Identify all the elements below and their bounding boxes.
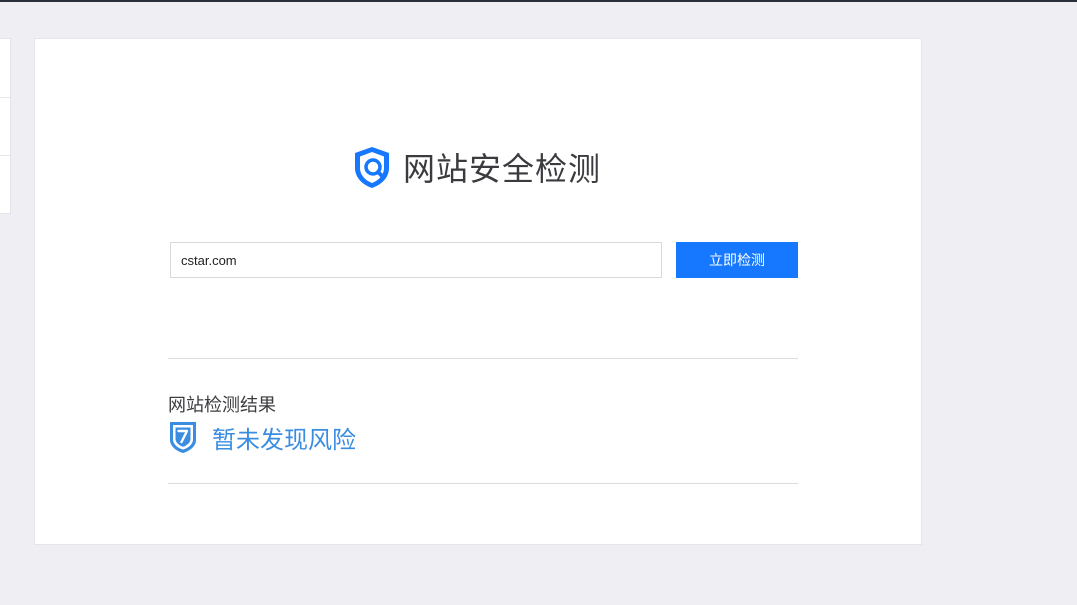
divider [168, 358, 798, 359]
shield-search-icon [349, 144, 395, 190]
result-status: 暂未发现风险 [212, 425, 356, 454]
detection-card: 网站安全检测 立即检测 网站检测结果 暂未发现风险 [34, 38, 922, 545]
divider [168, 483, 798, 484]
result-row: 暂未发现风险 [168, 419, 356, 455]
detect-button[interactable]: 立即检测 [676, 242, 798, 278]
top-bar [0, 0, 1077, 2]
shield-check-icon [168, 420, 198, 454]
page-title: 网站安全检测 [403, 150, 602, 188]
result-label: 网站检测结果 [168, 395, 276, 416]
title-row: 网站安全检测 [349, 143, 601, 191]
side-panel [0, 38, 11, 214]
url-input[interactable] [170, 242, 662, 278]
side-panel-divider [0, 155, 11, 156]
side-panel-divider [0, 97, 11, 98]
